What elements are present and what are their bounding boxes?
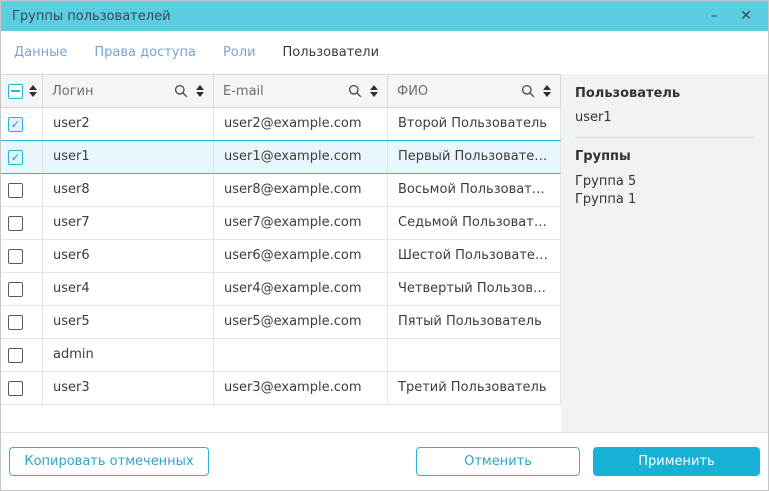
fio-cell: Первый Пользователь (388, 141, 561, 174)
details-panel: Пользователь user1 Группы Группа 5 Групп… (561, 74, 768, 432)
row-checkbox[interactable] (8, 150, 23, 165)
login-cell: user7 (43, 207, 214, 240)
apply-button[interactable]: Применить (593, 447, 760, 476)
row-checkbox[interactable] (8, 216, 23, 231)
email-cell: user3@example.com (214, 372, 388, 405)
user-section-label: Пользователь (575, 86, 754, 101)
email-cell: user7@example.com (214, 207, 388, 240)
checkbox-cell (1, 240, 43, 273)
fio-cell: Четвертый Пользователь (388, 273, 561, 306)
email-cell: user8@example.com (214, 174, 388, 207)
fio-cell: Второй Пользователь (388, 108, 561, 141)
tab-data[interactable]: Данные (14, 45, 67, 60)
email-cell (214, 339, 388, 372)
row-checkbox[interactable] (8, 249, 23, 264)
sort-icon[interactable] (370, 85, 378, 97)
close-icon[interactable]: ✕ (735, 8, 757, 24)
column-header-login: Логин (43, 75, 214, 108)
column-header-email: E-mail (214, 75, 388, 108)
table-row[interactable]: user5 user5@example.com Пятый Пользовате… (1, 306, 561, 339)
tab-roles[interactable]: Роли (223, 45, 256, 60)
table-row[interactable]: admin (1, 339, 561, 372)
tab-access-rights[interactable]: Права доступа (94, 45, 196, 60)
panel-divider (575, 137, 754, 138)
window-title: Группы пользователей (12, 9, 703, 24)
fio-cell: Пятый Пользователь (388, 306, 561, 339)
checkbox-cell (1, 339, 43, 372)
user-groups-dialog: Группы пользователей – ✕ Данные Права до… (0, 0, 769, 491)
table-header: Логин E-mail ФИО (1, 75, 561, 108)
email-cell: user6@example.com (214, 240, 388, 273)
column-label: E-mail (223, 84, 340, 99)
login-cell: user4 (43, 273, 214, 306)
tab-bar: Данные Права доступа Роли Пользователи (1, 31, 768, 74)
table-row[interactable]: user1 user1@example.com Первый Пользоват… (1, 141, 561, 174)
select-all-checkbox[interactable] (8, 84, 23, 99)
footer-bar: Копировать отмеченных Отменить Применить (1, 432, 768, 490)
table-row[interactable]: user3 user3@example.com Третий Пользоват… (1, 372, 561, 405)
tab-users[interactable]: Пользователи (283, 45, 380, 60)
email-cell: user5@example.com (214, 306, 388, 339)
select-all-header (1, 75, 43, 108)
checkbox-cell (1, 108, 43, 141)
login-cell: user1 (43, 141, 214, 174)
selected-user-value: user1 (575, 110, 754, 125)
content-area: Логин E-mail ФИО user2 user2@ (1, 74, 768, 432)
users-table: Логин E-mail ФИО user2 user2@ (1, 74, 561, 432)
group-item: Группа 5 (575, 173, 754, 191)
table-row[interactable]: user4 user4@example.com Четвертый Пользо… (1, 273, 561, 306)
row-checkbox[interactable] (8, 183, 23, 198)
groups-section-label: Группы (575, 149, 754, 164)
cancel-button[interactable]: Отменить (416, 447, 580, 476)
fio-cell (388, 339, 561, 372)
checkbox-cell (1, 273, 43, 306)
column-label: ФИО (397, 84, 513, 99)
checkbox-cell (1, 207, 43, 240)
login-cell: user8 (43, 174, 214, 207)
login-cell: user2 (43, 108, 214, 141)
email-cell: user4@example.com (214, 273, 388, 306)
fio-cell: Восьмой Пользователь (388, 174, 561, 207)
copy-selected-button[interactable]: Копировать отмеченных (9, 447, 209, 476)
row-checkbox[interactable] (8, 282, 23, 297)
row-checkbox[interactable] (8, 315, 23, 330)
sort-icon[interactable] (196, 85, 204, 97)
table-row[interactable]: user7 user7@example.com Седьмой Пользова… (1, 207, 561, 240)
fio-cell: Шестой Пользователь (388, 240, 561, 273)
fio-cell: Третий Пользователь (388, 372, 561, 405)
search-icon[interactable] (521, 84, 535, 98)
table-row[interactable]: user8 user8@example.com Восьмой Пользова… (1, 174, 561, 207)
login-cell: user6 (43, 240, 214, 273)
column-header-fio: ФИО (388, 75, 561, 108)
group-item: Группа 1 (575, 191, 754, 209)
checkbox-cell (1, 372, 43, 405)
fio-cell: Седьмой Пользователь (388, 207, 561, 240)
email-cell: user2@example.com (214, 108, 388, 141)
checkbox-cell (1, 306, 43, 339)
row-checkbox[interactable] (8, 348, 23, 363)
login-cell: user3 (43, 372, 214, 405)
sort-icon[interactable] (543, 85, 551, 97)
checkbox-cell (1, 141, 43, 174)
sort-icon[interactable] (29, 85, 37, 97)
title-bar: Группы пользователей – ✕ (1, 1, 768, 31)
minimize-icon[interactable]: – (703, 8, 725, 24)
checkbox-cell (1, 174, 43, 207)
table-row[interactable]: user6 user6@example.com Шестой Пользоват… (1, 240, 561, 273)
row-checkbox[interactable] (8, 381, 23, 396)
login-cell: user5 (43, 306, 214, 339)
login-cell: admin (43, 339, 214, 372)
column-label: Логин (52, 84, 166, 99)
search-icon[interactable] (348, 84, 362, 98)
search-icon[interactable] (174, 84, 188, 98)
email-cell: user1@example.com (214, 141, 388, 174)
table-row[interactable]: user2 user2@example.com Второй Пользоват… (1, 108, 561, 141)
row-checkbox[interactable] (8, 117, 23, 132)
